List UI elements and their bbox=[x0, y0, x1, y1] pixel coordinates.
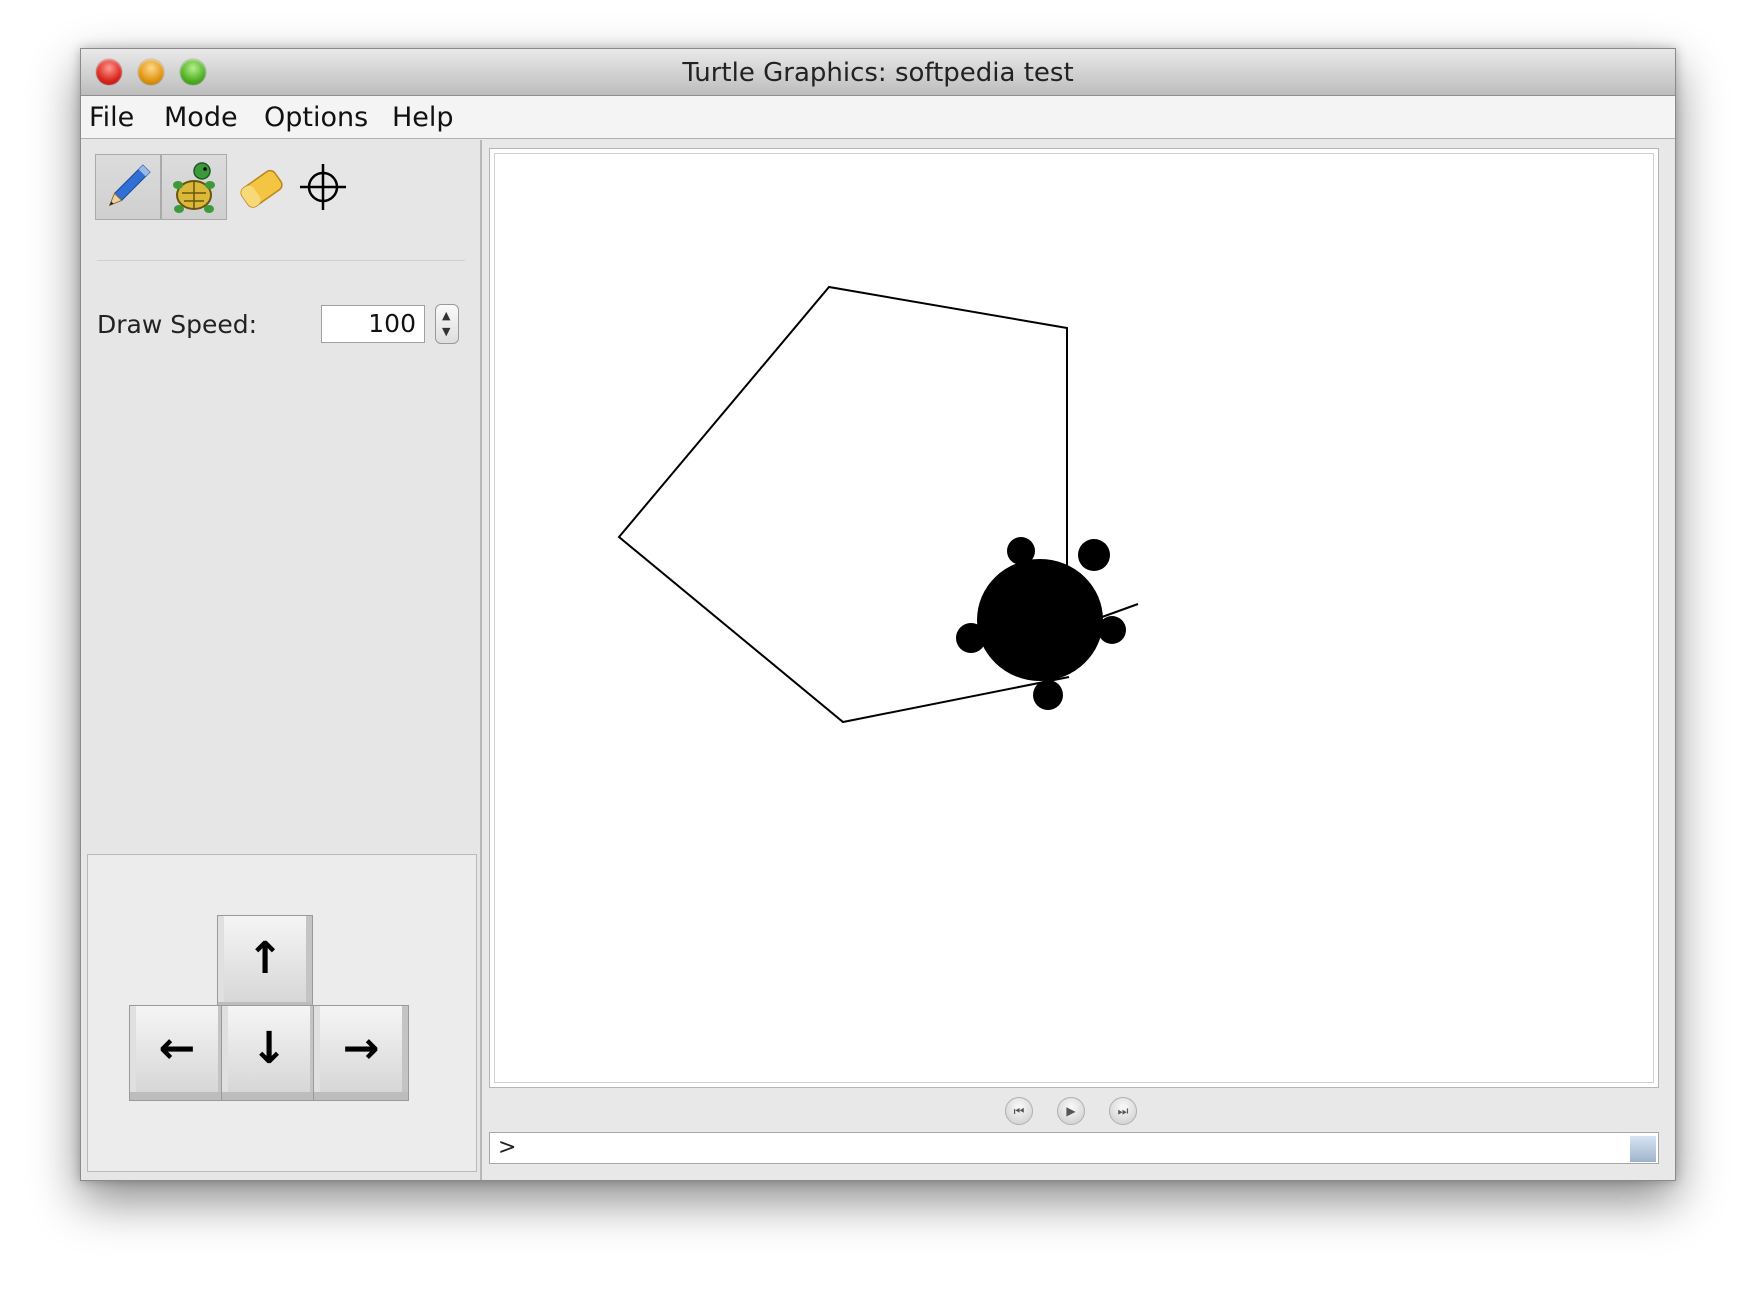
play-button[interactable]: ▶ bbox=[1057, 1097, 1085, 1125]
stepper-up-icon[interactable]: ▲ bbox=[442, 309, 450, 322]
fast-forward-button[interactable]: ⏭ bbox=[1109, 1097, 1137, 1125]
menu-file[interactable]: File bbox=[89, 102, 134, 133]
tool-panel: Draw Speed: 100 ▲ ▼ ↑ ← ↓ → bbox=[83, 140, 482, 1180]
menu-mode[interactable]: Mode bbox=[164, 102, 238, 133]
move-up-key[interactable]: ↑ bbox=[217, 915, 313, 1011]
title-bar[interactable]: Turtle Graphics: softpedia test bbox=[81, 49, 1675, 96]
pencil-icon bbox=[108, 164, 151, 207]
menu-options[interactable]: Options bbox=[264, 102, 368, 133]
rewind-button[interactable]: ⏮ bbox=[1005, 1097, 1033, 1125]
stepper-down-icon[interactable]: ▼ bbox=[442, 325, 450, 338]
turtle-tool-button[interactable] bbox=[161, 154, 227, 220]
command-prompt: > bbox=[498, 1135, 517, 1160]
pencil-tool-button[interactable] bbox=[95, 154, 161, 220]
draw-speed-field[interactable]: 100 bbox=[321, 305, 425, 343]
center-turtle-tool-button[interactable] bbox=[291, 154, 357, 220]
draw-speed-label: Draw Speed: bbox=[97, 310, 258, 339]
turtle-sprite bbox=[956, 537, 1126, 710]
menu-bar: File Mode Options Help bbox=[81, 96, 1675, 139]
panel-divider bbox=[97, 260, 465, 261]
drawing-canvas-frame bbox=[489, 148, 1659, 1088]
menu-help[interactable]: Help bbox=[392, 102, 454, 133]
drawing-canvas[interactable] bbox=[494, 153, 1654, 1083]
move-right-key[interactable]: → bbox=[313, 1005, 409, 1101]
turtle-icon bbox=[173, 162, 215, 213]
move-down-key[interactable]: ↓ bbox=[221, 1005, 317, 1101]
window-title: Turtle Graphics: softpedia test bbox=[682, 58, 1074, 88]
eraser-tool-button[interactable] bbox=[229, 154, 295, 220]
command-resize-icon[interactable] bbox=[1630, 1136, 1656, 1162]
arrow-keys-panel: ↑ ← ↓ → bbox=[87, 854, 477, 1172]
draw-speed-stepper[interactable]: ▲ ▼ bbox=[435, 304, 459, 344]
app-window: Turtle Graphics: softpedia test File Mod… bbox=[80, 48, 1676, 1181]
move-left-key[interactable]: ← bbox=[129, 1005, 225, 1101]
drawing-surface bbox=[617, 285, 1139, 724]
eraser-icon bbox=[240, 169, 283, 208]
command-input[interactable]: > bbox=[489, 1132, 1659, 1164]
crosshair-icon bbox=[300, 164, 346, 210]
